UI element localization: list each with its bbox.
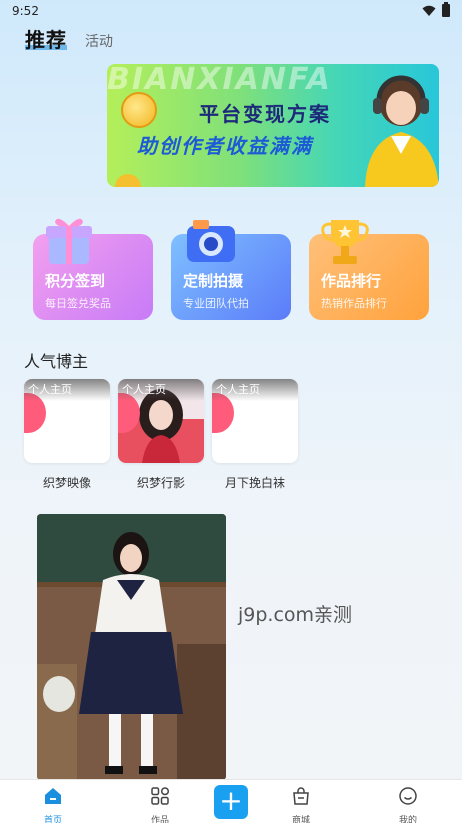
nav-shop[interactable]: 商城 <box>276 786 326 823</box>
promo-banner[interactable]: BIANXIANFA 平台变现方案 助创作者收益满满 <box>107 64 439 187</box>
plus-icon: + <box>219 784 243 817</box>
home-icon <box>45 788 61 804</box>
add-button[interactable]: + <box>214 785 248 819</box>
blogger-name: 月下挽白袜 <box>224 476 285 490</box>
wifi-icon <box>422 5 436 16</box>
tab-recommend[interactable]: 推荐 <box>25 24 67 53</box>
nav-label: 首页 <box>43 816 62 823</box>
feed-photo-image <box>37 514 226 780</box>
coin-icon <box>115 174 141 187</box>
card-custom-shoot[interactable]: 定制拍摄 专业团队代拍 <box>171 220 291 320</box>
status-icons <box>422 2 450 17</box>
nav-label: 我的 <box>398 816 417 823</box>
battery-icon <box>442 2 450 17</box>
profile-icon <box>399 787 417 805</box>
nav-works[interactable]: 作品 <box>135 786 185 823</box>
blogger-tag: 个人主页 <box>212 379 298 401</box>
card-title: 定制拍摄 <box>183 272 244 290</box>
nav-profile[interactable]: 我的 <box>383 786 433 823</box>
status-bar: 9:52 <box>0 0 462 22</box>
card-title: 作品排行 <box>321 272 382 290</box>
banner-headline: 平台变现方案 <box>199 102 331 126</box>
card-title: 积分签到 <box>45 272 106 290</box>
blogger-card[interactable]: 个人主页 <box>212 379 298 463</box>
shop-bag-icon <box>293 787 309 805</box>
trophy-icon <box>321 220 369 264</box>
blogger-item[interactable]: 个人主页 织梦行影 <box>118 379 204 491</box>
blogger-name: 织梦行影 <box>136 476 185 490</box>
blogger-tag: 个人主页 <box>24 379 110 401</box>
bottom-nav: 首页 作品 + 商城 我的 <box>0 779 462 823</box>
gift-box-icon <box>46 218 92 264</box>
feed-photo[interactable] <box>37 514 226 780</box>
top-tabs: 推荐 活动 <box>25 24 113 53</box>
blogger-card[interactable]: 个人主页 <box>24 379 110 463</box>
card-subtitle: 每日签兑奖品 <box>45 297 111 310</box>
blogger-item[interactable]: 个人主页 月下挽白袜 <box>212 379 298 491</box>
banner-character-illustration <box>365 75 439 187</box>
watermark-text: j9p.com亲测 <box>238 604 353 626</box>
tab-activity[interactable]: 活动 <box>85 31 113 53</box>
nav-label: 作品 <box>150 816 169 823</box>
blogger-tag: 个人主页 <box>118 379 204 401</box>
blogger-card[interactable]: 个人主页 <box>118 379 204 463</box>
card-subtitle: 热销作品排行 <box>321 297 387 310</box>
card-subtitle: 专业团队代拍 <box>183 297 249 310</box>
banner-subheadline: 助创作者收益满满 <box>137 134 313 158</box>
card-checkin[interactable]: 积分签到 每日签兑奖品 <box>33 218 153 320</box>
blogger-item[interactable]: 个人主页 织梦映像 <box>24 379 110 491</box>
coin-icon <box>121 92 157 128</box>
nav-label: 商城 <box>291 816 310 823</box>
status-time: 9:52 <box>12 4 39 18</box>
card-ranking[interactable]: 作品排行 热销作品排行 <box>309 220 429 320</box>
camera-icon <box>187 220 235 262</box>
nav-home[interactable]: 首页 <box>28 786 78 823</box>
section-title-popular: 人气博主 <box>24 352 89 371</box>
grid-icon <box>151 787 170 805</box>
blogger-name: 织梦映像 <box>42 476 91 490</box>
